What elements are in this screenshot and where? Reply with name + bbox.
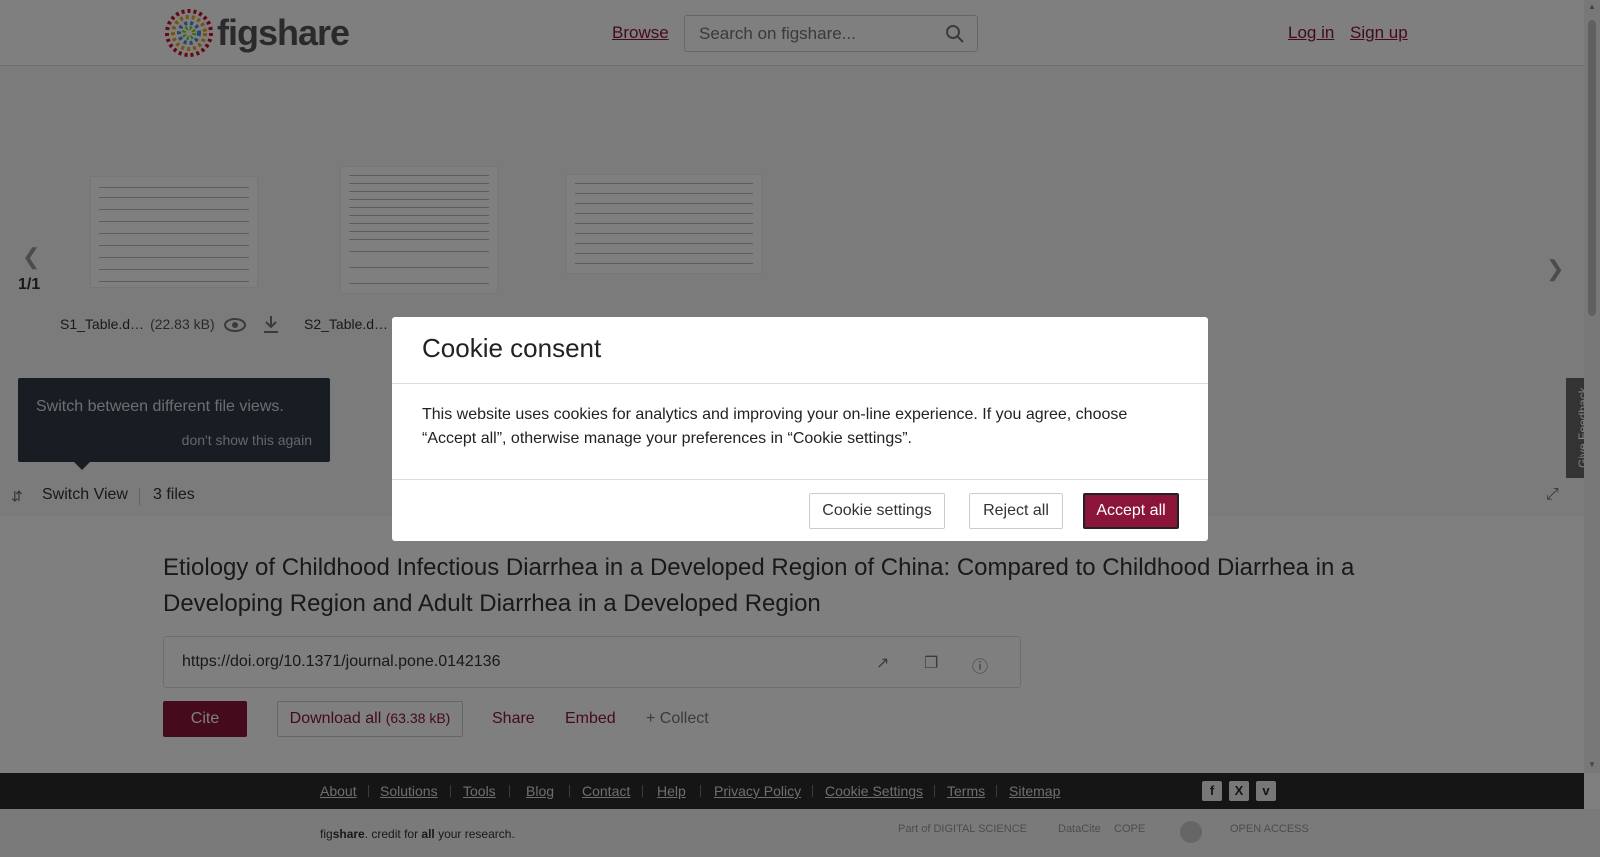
dialog-divider: [392, 479, 1208, 480]
dialog-divider: [392, 383, 1208, 384]
reject-all-button[interactable]: Reject all: [969, 493, 1063, 529]
accept-all-button[interactable]: Accept all: [1083, 493, 1179, 529]
cookie-dialog-title: Cookie consent: [422, 333, 602, 363]
cookie-settings-button[interactable]: Cookie settings: [809, 493, 945, 529]
cookie-consent-dialog: Cookie consent This website uses cookies…: [392, 317, 1208, 541]
cookie-dialog-body: This website uses cookies for analytics …: [422, 406, 1128, 447]
